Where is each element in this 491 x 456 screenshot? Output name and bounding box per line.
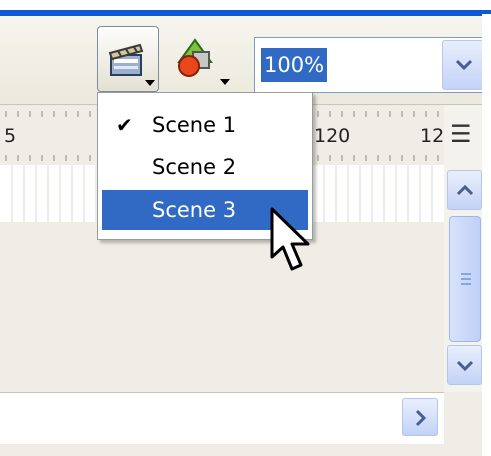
chevron-down-icon bbox=[455, 59, 473, 71]
zoom-value[interactable]: 100% bbox=[261, 48, 328, 82]
horizontal-scrollbar[interactable] bbox=[0, 392, 444, 445]
scroll-right-button[interactable] bbox=[402, 398, 438, 436]
menu-item-label: Scene 3 bbox=[152, 198, 237, 222]
clapperboard-icon bbox=[108, 43, 144, 76]
scene-menu-item-scene-2[interactable]: Scene 2 bbox=[102, 147, 308, 187]
ruler-label: 120 bbox=[314, 125, 351, 147]
shapes-icon bbox=[177, 38, 213, 77]
scene-menu-item-scene-1[interactable]: ✔ Scene 1 bbox=[102, 105, 308, 145]
scroll-up-button[interactable] bbox=[447, 170, 482, 210]
timeline-layer-area[interactable] bbox=[0, 222, 444, 392]
window-bottom-edge bbox=[0, 444, 482, 456]
zoom-dropdown-button[interactable] bbox=[442, 40, 484, 90]
grip-icon bbox=[461, 273, 471, 285]
checkmark-icon: ✔ bbox=[116, 113, 133, 137]
chevron-up-icon bbox=[456, 184, 474, 196]
scrollbar-corner bbox=[444, 392, 482, 444]
chevron-down-icon bbox=[456, 360, 474, 372]
menu-item-label: Scene 1 bbox=[152, 113, 237, 137]
chevron-down-icon bbox=[145, 80, 155, 86]
mouse-pointer-icon bbox=[270, 207, 310, 271]
vertical-scroll-thumb[interactable] bbox=[449, 216, 481, 342]
list-options-icon[interactable]: ☰ bbox=[450, 120, 472, 148]
menu-item-label: Scene 2 bbox=[152, 155, 237, 179]
scroll-down-button[interactable] bbox=[447, 345, 482, 385]
edit-scene-button[interactable] bbox=[97, 26, 159, 92]
chevron-down-icon bbox=[220, 79, 230, 85]
ruler-label: 5 bbox=[4, 125, 17, 147]
application-window: 100% 5 120 12 ☰ ✔ Scene 1 Scene 2 Scene … bbox=[0, 0, 491, 456]
chevron-right-icon bbox=[415, 409, 427, 427]
ruler-label: 12 bbox=[420, 125, 445, 147]
window-right-edge bbox=[482, 14, 491, 456]
zoom-combobox[interactable]: 100% bbox=[254, 37, 487, 93]
edit-symbol-button[interactable] bbox=[167, 26, 230, 92]
